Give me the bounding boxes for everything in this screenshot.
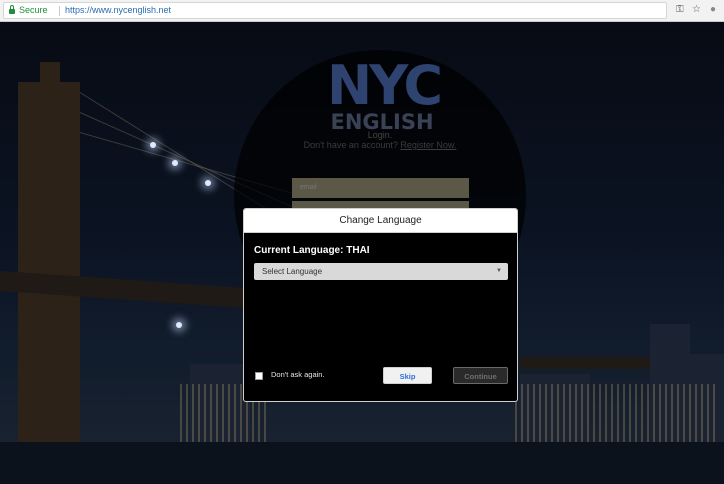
bridge-tower <box>18 82 80 442</box>
language-select-value: Select Language <box>262 267 323 276</box>
current-language: Current Language: THAI <box>254 245 370 256</box>
register-link[interactable]: Register Now. <box>400 140 456 150</box>
dialog-title: Change Language <box>244 209 517 233</box>
secure-label: Secure <box>19 5 48 15</box>
continue-button[interactable]: Continue <box>453 367 508 384</box>
dont-ask-checkbox[interactable] <box>255 372 263 380</box>
browser-toolbar: Secure https://www.nycenglish.net ⚿ ☆ ● <box>0 0 724 22</box>
email-field[interactable]: email <box>292 178 469 198</box>
skip-button[interactable]: Skip <box>383 367 432 384</box>
address-bar[interactable]: Secure https://www.nycenglish.net <box>3 2 667 19</box>
change-language-dialog: Change Language Current Language: THAI S… <box>243 208 518 402</box>
key-icon[interactable]: ⚿ <box>676 4 684 16</box>
nyc-english-logo: NYC ENGLISH <box>327 54 443 134</box>
login-heading: Login. <box>367 130 393 140</box>
street-lamp <box>205 180 211 186</box>
extension-icon[interactable]: ● <box>710 4 716 16</box>
url-text[interactable]: https://www.nycenglish.net <box>65 3 171 18</box>
river <box>0 442 724 484</box>
street-lamp <box>176 322 182 328</box>
current-language-label: Current Language: <box>254 245 344 256</box>
current-language-value: THAI <box>346 245 370 256</box>
city-lights <box>515 384 715 444</box>
register-prompt: Don't have an account? Register Now. <box>270 140 490 150</box>
register-prompt-text: Don't have an account? <box>303 140 398 150</box>
street-lamp <box>172 160 178 166</box>
language-select[interactable]: Select Language ▼ <box>254 263 508 280</box>
star-icon[interactable]: ☆ <box>692 4 701 16</box>
logo-main-text: NYC <box>327 54 443 117</box>
lock-icon <box>9 5 15 14</box>
dont-ask-label[interactable]: Don't ask again. <box>271 370 325 379</box>
address-separator <box>59 6 60 16</box>
logo-sub-text: ENGLISH <box>330 110 434 134</box>
street-lamp <box>150 142 156 148</box>
bridge-tower-top <box>40 62 60 92</box>
chevron-down-icon: ▼ <box>496 268 502 274</box>
